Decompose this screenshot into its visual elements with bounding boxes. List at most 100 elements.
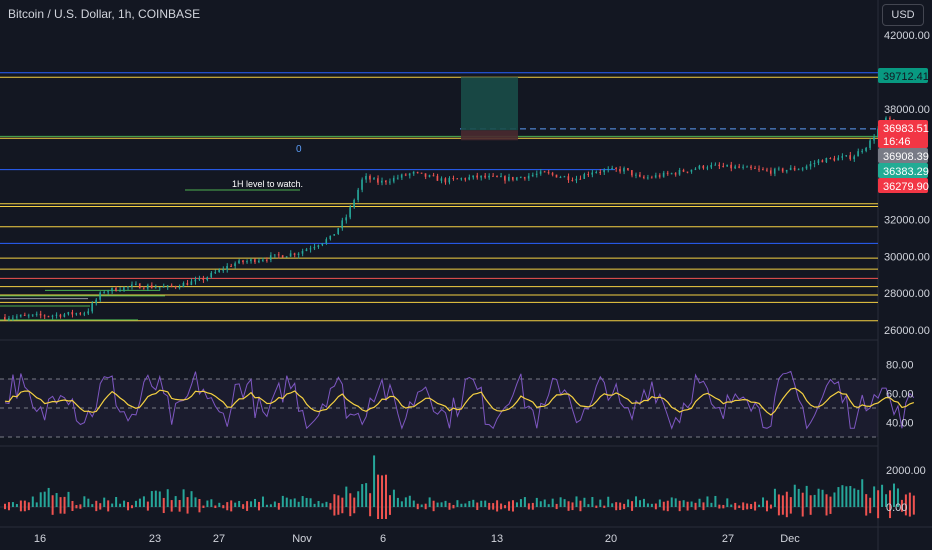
- candle-body[interactable]: [39, 313, 42, 316]
- candle-body[interactable]: [523, 177, 526, 179]
- volume-bar[interactable]: [754, 507, 757, 511]
- volume-bar[interactable]: [87, 498, 90, 507]
- volume-bar[interactable]: [777, 507, 780, 516]
- volume-bar[interactable]: [51, 495, 54, 507]
- volume-bar[interactable]: [305, 497, 308, 507]
- volume-bar[interactable]: [484, 500, 487, 507]
- volume-bar[interactable]: [623, 503, 626, 507]
- volume-bar[interactable]: [690, 501, 693, 507]
- volume-bar[interactable]: [809, 507, 812, 515]
- candle-body[interactable]: [714, 164, 716, 166]
- volume-bar[interactable]: [682, 500, 685, 507]
- volume-bar[interactable]: [222, 507, 225, 509]
- candle-body[interactable]: [841, 156, 843, 158]
- volume-bar[interactable]: [51, 507, 54, 515]
- volume-bar[interactable]: [138, 498, 141, 507]
- candle-body[interactable]: [801, 168, 804, 170]
- volume-bar[interactable]: [694, 507, 697, 510]
- volume-bar[interactable]: [59, 497, 62, 507]
- candle-body[interactable]: [698, 165, 701, 169]
- volume-bar[interactable]: [416, 507, 419, 510]
- candle-body[interactable]: [365, 175, 367, 180]
- volume-bar[interactable]: [91, 504, 94, 507]
- candle-body[interactable]: [742, 166, 744, 168]
- candle-body[interactable]: [123, 287, 125, 291]
- candle-body[interactable]: [71, 312, 74, 315]
- trading-chart[interactable]: 1H level to watch. 0 42000.00 38000.00 320…: [0, 0, 932, 550]
- candle-body[interactable]: [305, 249, 308, 252]
- candle-body[interactable]: [769, 170, 772, 174]
- candle-body[interactable]: [416, 172, 419, 174]
- volume-bar[interactable]: [666, 500, 669, 507]
- volume-bar[interactable]: [777, 494, 780, 507]
- candle-body[interactable]: [460, 178, 462, 180]
- candle-body[interactable]: [95, 299, 97, 304]
- volume-bar[interactable]: [7, 507, 10, 511]
- candle-body[interactable]: [412, 172, 415, 174]
- candle-body[interactable]: [638, 174, 641, 177]
- candle-body[interactable]: [309, 248, 312, 250]
- long-stop-zone[interactable]: [461, 130, 518, 141]
- volume-bar[interactable]: [254, 498, 257, 507]
- candle-body[interactable]: [662, 172, 665, 177]
- volume-bar[interactable]: [7, 502, 10, 507]
- volume-bar[interactable]: [250, 501, 253, 507]
- volume-bar[interactable]: [246, 501, 249, 507]
- volume-bar[interactable]: [226, 502, 229, 507]
- volume-bar[interactable]: [428, 497, 431, 507]
- volume-bar[interactable]: [877, 490, 880, 507]
- volume-bar[interactable]: [146, 501, 149, 507]
- volume-bar[interactable]: [468, 501, 471, 507]
- volume-bar[interactable]: [758, 504, 761, 507]
- volume-bar[interactable]: [246, 507, 249, 511]
- candle-body[interactable]: [694, 168, 697, 170]
- volume-bar[interactable]: [611, 503, 614, 507]
- volume-bar[interactable]: [369, 493, 372, 507]
- volume-bar[interactable]: [19, 507, 22, 512]
- candle-body[interactable]: [4, 317, 6, 320]
- volume-bar[interactable]: [619, 507, 622, 510]
- volume-bar[interactable]: [285, 497, 288, 507]
- volume-bar[interactable]: [226, 507, 229, 511]
- volume-bar[interactable]: [345, 486, 348, 507]
- volume-bar[interactable]: [432, 500, 435, 507]
- volume-bar[interactable]: [702, 507, 705, 511]
- candle-body[interactable]: [190, 281, 193, 286]
- candle-body[interactable]: [329, 235, 332, 240]
- candle-body[interactable]: [142, 288, 145, 290]
- candle-body[interactable]: [579, 178, 582, 180]
- volume-bar[interactable]: [829, 507, 832, 514]
- volume-bar[interactable]: [39, 492, 42, 507]
- volume-bar[interactable]: [762, 497, 765, 507]
- volume-bar[interactable]: [623, 507, 626, 510]
- candle-body[interactable]: [504, 176, 506, 181]
- volume-bar[interactable]: [543, 499, 546, 507]
- volume-bar[interactable]: [595, 505, 598, 507]
- candle-body[interactable]: [480, 175, 482, 178]
- volume-bar[interactable]: [698, 498, 701, 507]
- candle-body[interactable]: [797, 169, 800, 171]
- volume-bar[interactable]: [130, 505, 133, 507]
- candle-body[interactable]: [166, 285, 169, 287]
- candle-body[interactable]: [678, 170, 681, 175]
- candle-body[interactable]: [750, 166, 752, 169]
- candle-body[interactable]: [198, 278, 201, 280]
- candle-body[interactable]: [150, 285, 153, 288]
- volume-bar[interactable]: [365, 483, 368, 507]
- volume-bar[interactable]: [261, 496, 264, 507]
- volume-bar[interactable]: [27, 507, 30, 511]
- candle-body[interactable]: [27, 315, 30, 317]
- candle-body[interactable]: [35, 313, 38, 315]
- volume-bar[interactable]: [865, 507, 868, 516]
- candle-body[interactable]: [55, 314, 58, 316]
- volume-bar[interactable]: [162, 507, 165, 514]
- volume-bar[interactable]: [257, 501, 260, 507]
- volume-bar[interactable]: [67, 491, 70, 507]
- candle-body[interactable]: [408, 173, 411, 176]
- candle-body[interactable]: [289, 253, 292, 257]
- volume-bar[interactable]: [908, 492, 911, 507]
- volume-bar[interactable]: [4, 507, 6, 510]
- volume-bar[interactable]: [523, 497, 526, 507]
- volume-bar[interactable]: [666, 507, 669, 512]
- candle-body[interactable]: [805, 166, 808, 169]
